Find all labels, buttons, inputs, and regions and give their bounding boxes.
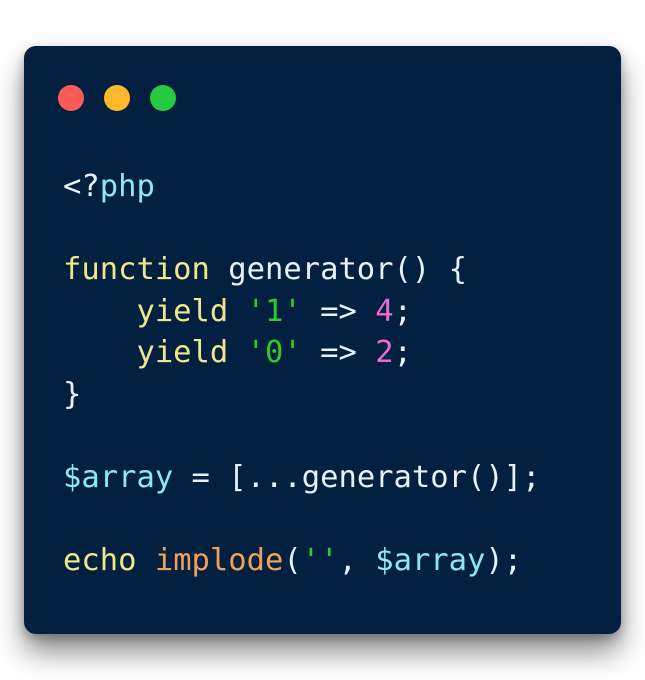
code-token: ; bbox=[393, 335, 412, 371]
code-token: yield bbox=[136, 335, 229, 371]
code-token: php bbox=[99, 169, 155, 204]
code-token: '' bbox=[301, 543, 339, 579]
code-token: function bbox=[63, 252, 210, 288]
code-token: generator() { bbox=[209, 252, 467, 288]
code-window: <?php​function generator() { yield '1' =… bbox=[24, 46, 621, 634]
code-token: '1' bbox=[246, 293, 302, 329]
code-token: ( bbox=[283, 543, 302, 579]
code-token: $array bbox=[63, 460, 174, 496]
maximize-dot bbox=[150, 85, 176, 111]
window-controls bbox=[58, 85, 176, 111]
code-line: ​ bbox=[63, 208, 540, 250]
code-token: => bbox=[301, 335, 376, 371]
code-line: <?php bbox=[63, 166, 540, 208]
code-line: yield '1' => 4; bbox=[63, 291, 540, 333]
code-line: ​ bbox=[63, 499, 540, 541]
code-token: ; bbox=[393, 293, 412, 329]
code-token: => bbox=[301, 293, 376, 329]
code-token: $array bbox=[375, 543, 486, 579]
close-dot bbox=[58, 85, 84, 111]
code-token: } bbox=[63, 376, 82, 412]
code-token: 4 bbox=[375, 293, 394, 329]
code-line: } bbox=[63, 374, 540, 416]
code-line: echo implode('', $array); bbox=[63, 540, 540, 582]
code-line: function generator() { bbox=[63, 249, 540, 291]
code-token: '0' bbox=[246, 335, 302, 371]
canvas: <?php​function generator() { yield '1' =… bbox=[0, 0, 645, 680]
code-block: <?php​function generator() { yield '1' =… bbox=[63, 166, 540, 582]
code-token: = [...generator()]; bbox=[173, 460, 541, 496]
code-line: $array = [...generator()]; bbox=[63, 457, 540, 499]
code-token: echo bbox=[63, 543, 137, 579]
code-token: 2 bbox=[375, 335, 394, 371]
code-line: ​ bbox=[63, 416, 540, 458]
code-line: yield '0' => 2; bbox=[63, 332, 540, 374]
code-token: implode bbox=[154, 543, 284, 579]
code-token: <? bbox=[63, 169, 100, 204]
minimize-dot bbox=[104, 85, 130, 111]
code-token: yield bbox=[136, 293, 229, 329]
code-token: , bbox=[338, 543, 376, 579]
code-token: ); bbox=[485, 543, 523, 579]
